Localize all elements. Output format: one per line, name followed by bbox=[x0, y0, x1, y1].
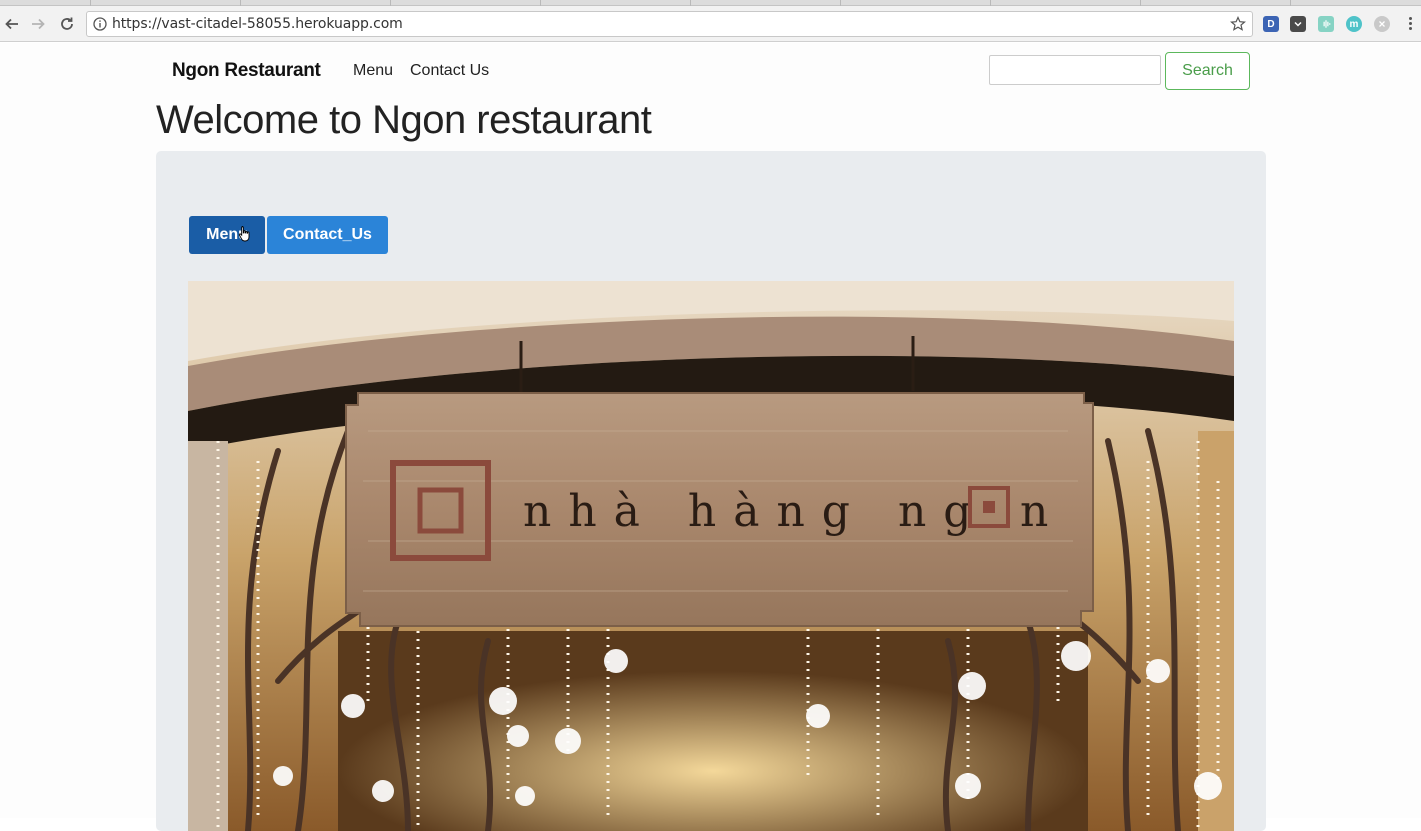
page-title: Welcome to Ngon restaurant bbox=[156, 98, 652, 142]
arrow-left-icon bbox=[5, 18, 18, 30]
url-text[interactable]: https://vast-citadel-58055.herokuapp.com bbox=[112, 16, 403, 32]
extension-d-icon[interactable]: D bbox=[1263, 16, 1279, 32]
hand-cursor-icon bbox=[238, 226, 250, 242]
info-icon[interactable] bbox=[93, 17, 107, 31]
back-button[interactable] bbox=[1, 13, 23, 35]
soundwave-icon[interactable] bbox=[1318, 16, 1334, 32]
nav-link-menu[interactable]: Menu bbox=[353, 62, 393, 80]
contact-us-button[interactable]: Contact_Us bbox=[267, 216, 388, 254]
menu-button[interactable]: Menu bbox=[189, 216, 265, 254]
brand-link[interactable]: Ngon Restaurant bbox=[172, 60, 321, 82]
jumbotron: Menu Contact_Us nhà hàng ng n bbox=[156, 151, 1266, 831]
browser-toolbar: https://vast-citadel-58055.herokuapp.com… bbox=[0, 6, 1421, 42]
extension-m-icon[interactable]: m bbox=[1346, 16, 1362, 32]
forward-button[interactable] bbox=[27, 13, 49, 35]
kebab-menu-icon[interactable] bbox=[1406, 15, 1414, 33]
search-input[interactable] bbox=[989, 55, 1161, 85]
reload-button[interactable] bbox=[56, 13, 78, 35]
web-page: Ngon Restaurant Menu Contact Us Search W… bbox=[0, 43, 1421, 831]
nav-link-contact-us[interactable]: Contact Us bbox=[410, 62, 489, 80]
svg-text:n: n bbox=[1020, 486, 1048, 537]
search-button[interactable]: Search bbox=[1165, 52, 1250, 90]
star-icon[interactable] bbox=[1230, 16, 1246, 32]
hero-image: nhà hàng ng n bbox=[188, 281, 1234, 831]
extension-x-icon[interactable] bbox=[1374, 16, 1390, 32]
pocket-icon[interactable] bbox=[1290, 16, 1306, 32]
svg-text:nhà hàng ng: nhà hàng ng bbox=[523, 486, 988, 537]
arrow-right-icon bbox=[32, 18, 45, 30]
site-navbar: Ngon Restaurant Menu Contact Us Search bbox=[156, 43, 1266, 99]
reload-icon bbox=[61, 17, 73, 30]
address-bar[interactable]: https://vast-citadel-58055.herokuapp.com bbox=[86, 11, 1253, 37]
